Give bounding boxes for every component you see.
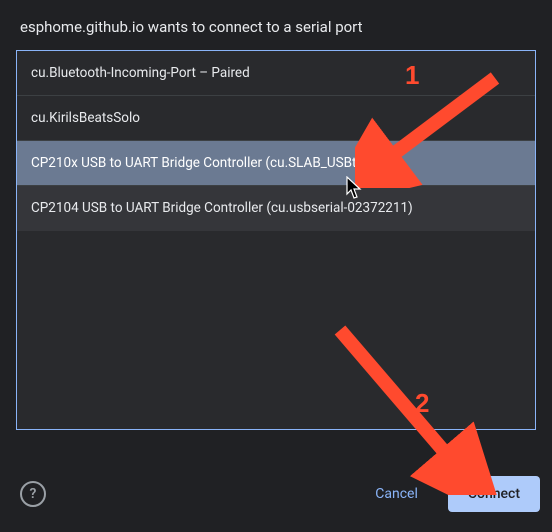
cancel-button[interactable]: Cancel bbox=[355, 476, 438, 512]
port-option[interactable]: cu.Bluetooth-Incoming-Port – Paired bbox=[17, 51, 535, 96]
port-option[interactable]: cu.KirilsBeatsSolo bbox=[17, 96, 535, 141]
serial-port-dialog: esphome.github.io wants to connect to a … bbox=[0, 0, 552, 532]
connect-button[interactable]: Connect bbox=[448, 476, 540, 512]
port-option-selected[interactable]: CP210x USB to UART Bridge Controller (cu… bbox=[17, 141, 535, 186]
annotation-label-2: 2 bbox=[415, 388, 429, 419]
port-option[interactable]: CP2104 USB to UART Bridge Controller (cu… bbox=[17, 186, 535, 231]
dialog-footer: ? Cancel Connect bbox=[0, 468, 552, 520]
dialog-title: esphome.github.io wants to connect to a … bbox=[20, 18, 536, 36]
help-icon[interactable]: ? bbox=[20, 481, 46, 507]
port-list: cu.Bluetooth-Incoming-Port – Paired cu.K… bbox=[16, 50, 536, 430]
annotation-label-1: 1 bbox=[405, 60, 419, 91]
